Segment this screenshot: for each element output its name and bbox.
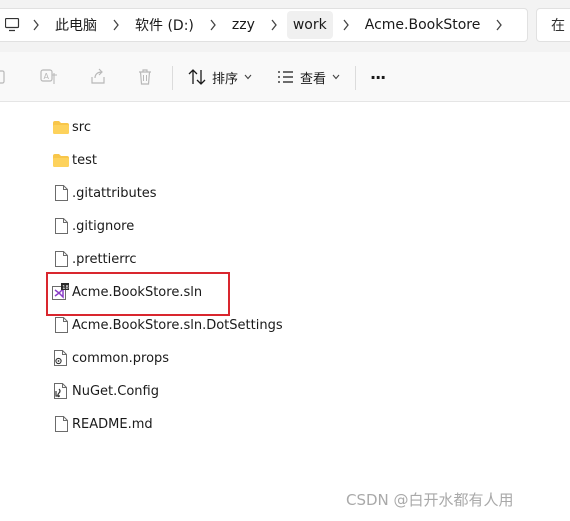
computer-icon[interactable] (5, 11, 21, 39)
chevron-right-icon[interactable] (339, 11, 353, 39)
share-icon[interactable] (89, 64, 107, 90)
file-name: NuGet.Config (72, 383, 159, 399)
file-name: .gitattributes (72, 185, 157, 201)
copy-icon[interactable] (0, 64, 8, 90)
list-item[interactable]: NuGet.Config (52, 379, 159, 403)
address-bar[interactable]: 此电脑 软件 (D:) zzy work Acme.BookStore (0, 8, 528, 42)
file-name: common.props (72, 350, 170, 366)
chevron-right-icon[interactable] (492, 11, 506, 39)
breadcrumb-acme-bookstore[interactable]: Acme.BookStore (359, 11, 487, 39)
list-item[interactable]: common.props (52, 346, 169, 370)
chevron-right-icon[interactable] (109, 11, 123, 39)
view-icon (277, 70, 294, 84)
view-button[interactable]: 查看 (277, 64, 340, 90)
breadcrumb-this-pc[interactable]: 此电脑 (49, 11, 103, 39)
list-item[interactable]: .gitignore (52, 214, 134, 238)
svg-text:A: A (44, 72, 50, 81)
breadcrumb-zzy[interactable]: zzy (226, 11, 261, 39)
file-icon (52, 183, 70, 203)
sort-icon (188, 69, 206, 85)
more-options-button[interactable]: ··· (370, 64, 386, 90)
list-item[interactable]: test (52, 148, 97, 172)
chevron-down-icon (244, 74, 252, 80)
file-name: .gitignore (72, 218, 135, 234)
search-input[interactable]: 在 (536, 8, 570, 42)
file-icon (52, 249, 70, 269)
view-label: 查看 (300, 71, 327, 87)
toolbar-divider (172, 66, 173, 90)
sort-button[interactable]: 排序 (188, 64, 252, 90)
file-name: .prettierrc (72, 251, 137, 267)
file-icon (52, 315, 70, 335)
rename-icon[interactable]: A (40, 64, 58, 90)
chevron-right-icon[interactable] (29, 11, 43, 39)
breadcrumb-drive-d[interactable]: 软件 (D:) (129, 11, 200, 39)
file-name: README.md (72, 416, 153, 432)
watermark: CSDN @白开水都有人用 (346, 491, 514, 509)
list-item[interactable]: .prettierrc (52, 247, 137, 271)
list-item[interactable]: Acme.BookStore.sln.DotSettings (52, 313, 283, 337)
highlight-box (46, 272, 230, 316)
folder-icon (52, 117, 70, 137)
file-name: Acme.BookStore.sln.DotSettings (72, 317, 283, 333)
address-row: 此电脑 软件 (D:) zzy work Acme.BookStore 在 (0, 0, 570, 52)
search-placeholder: 在 (551, 18, 565, 34)
file-icon (52, 414, 70, 434)
list-item[interactable]: src (52, 115, 91, 139)
toolbar-divider (355, 66, 356, 90)
file-list: src test .gitattributes .gitignore .pret… (0, 102, 570, 521)
file-name: test (72, 152, 97, 168)
folder-icon (52, 150, 70, 170)
chevron-down-icon (332, 74, 340, 80)
breadcrumb-work[interactable]: work (286, 11, 333, 39)
chevron-right-icon[interactable] (267, 11, 281, 39)
props-file-icon (52, 348, 70, 368)
delete-icon[interactable] (137, 64, 153, 90)
list-item[interactable]: .gitattributes (52, 181, 157, 205)
file-name: src (72, 119, 91, 135)
command-toolbar: A 排序 查看 ··· (0, 52, 570, 102)
list-item[interactable]: README.md (52, 412, 153, 436)
file-icon (52, 216, 70, 236)
chevron-right-icon[interactable] (206, 11, 220, 39)
config-file-icon (52, 381, 70, 401)
sort-label: 排序 (212, 71, 239, 87)
